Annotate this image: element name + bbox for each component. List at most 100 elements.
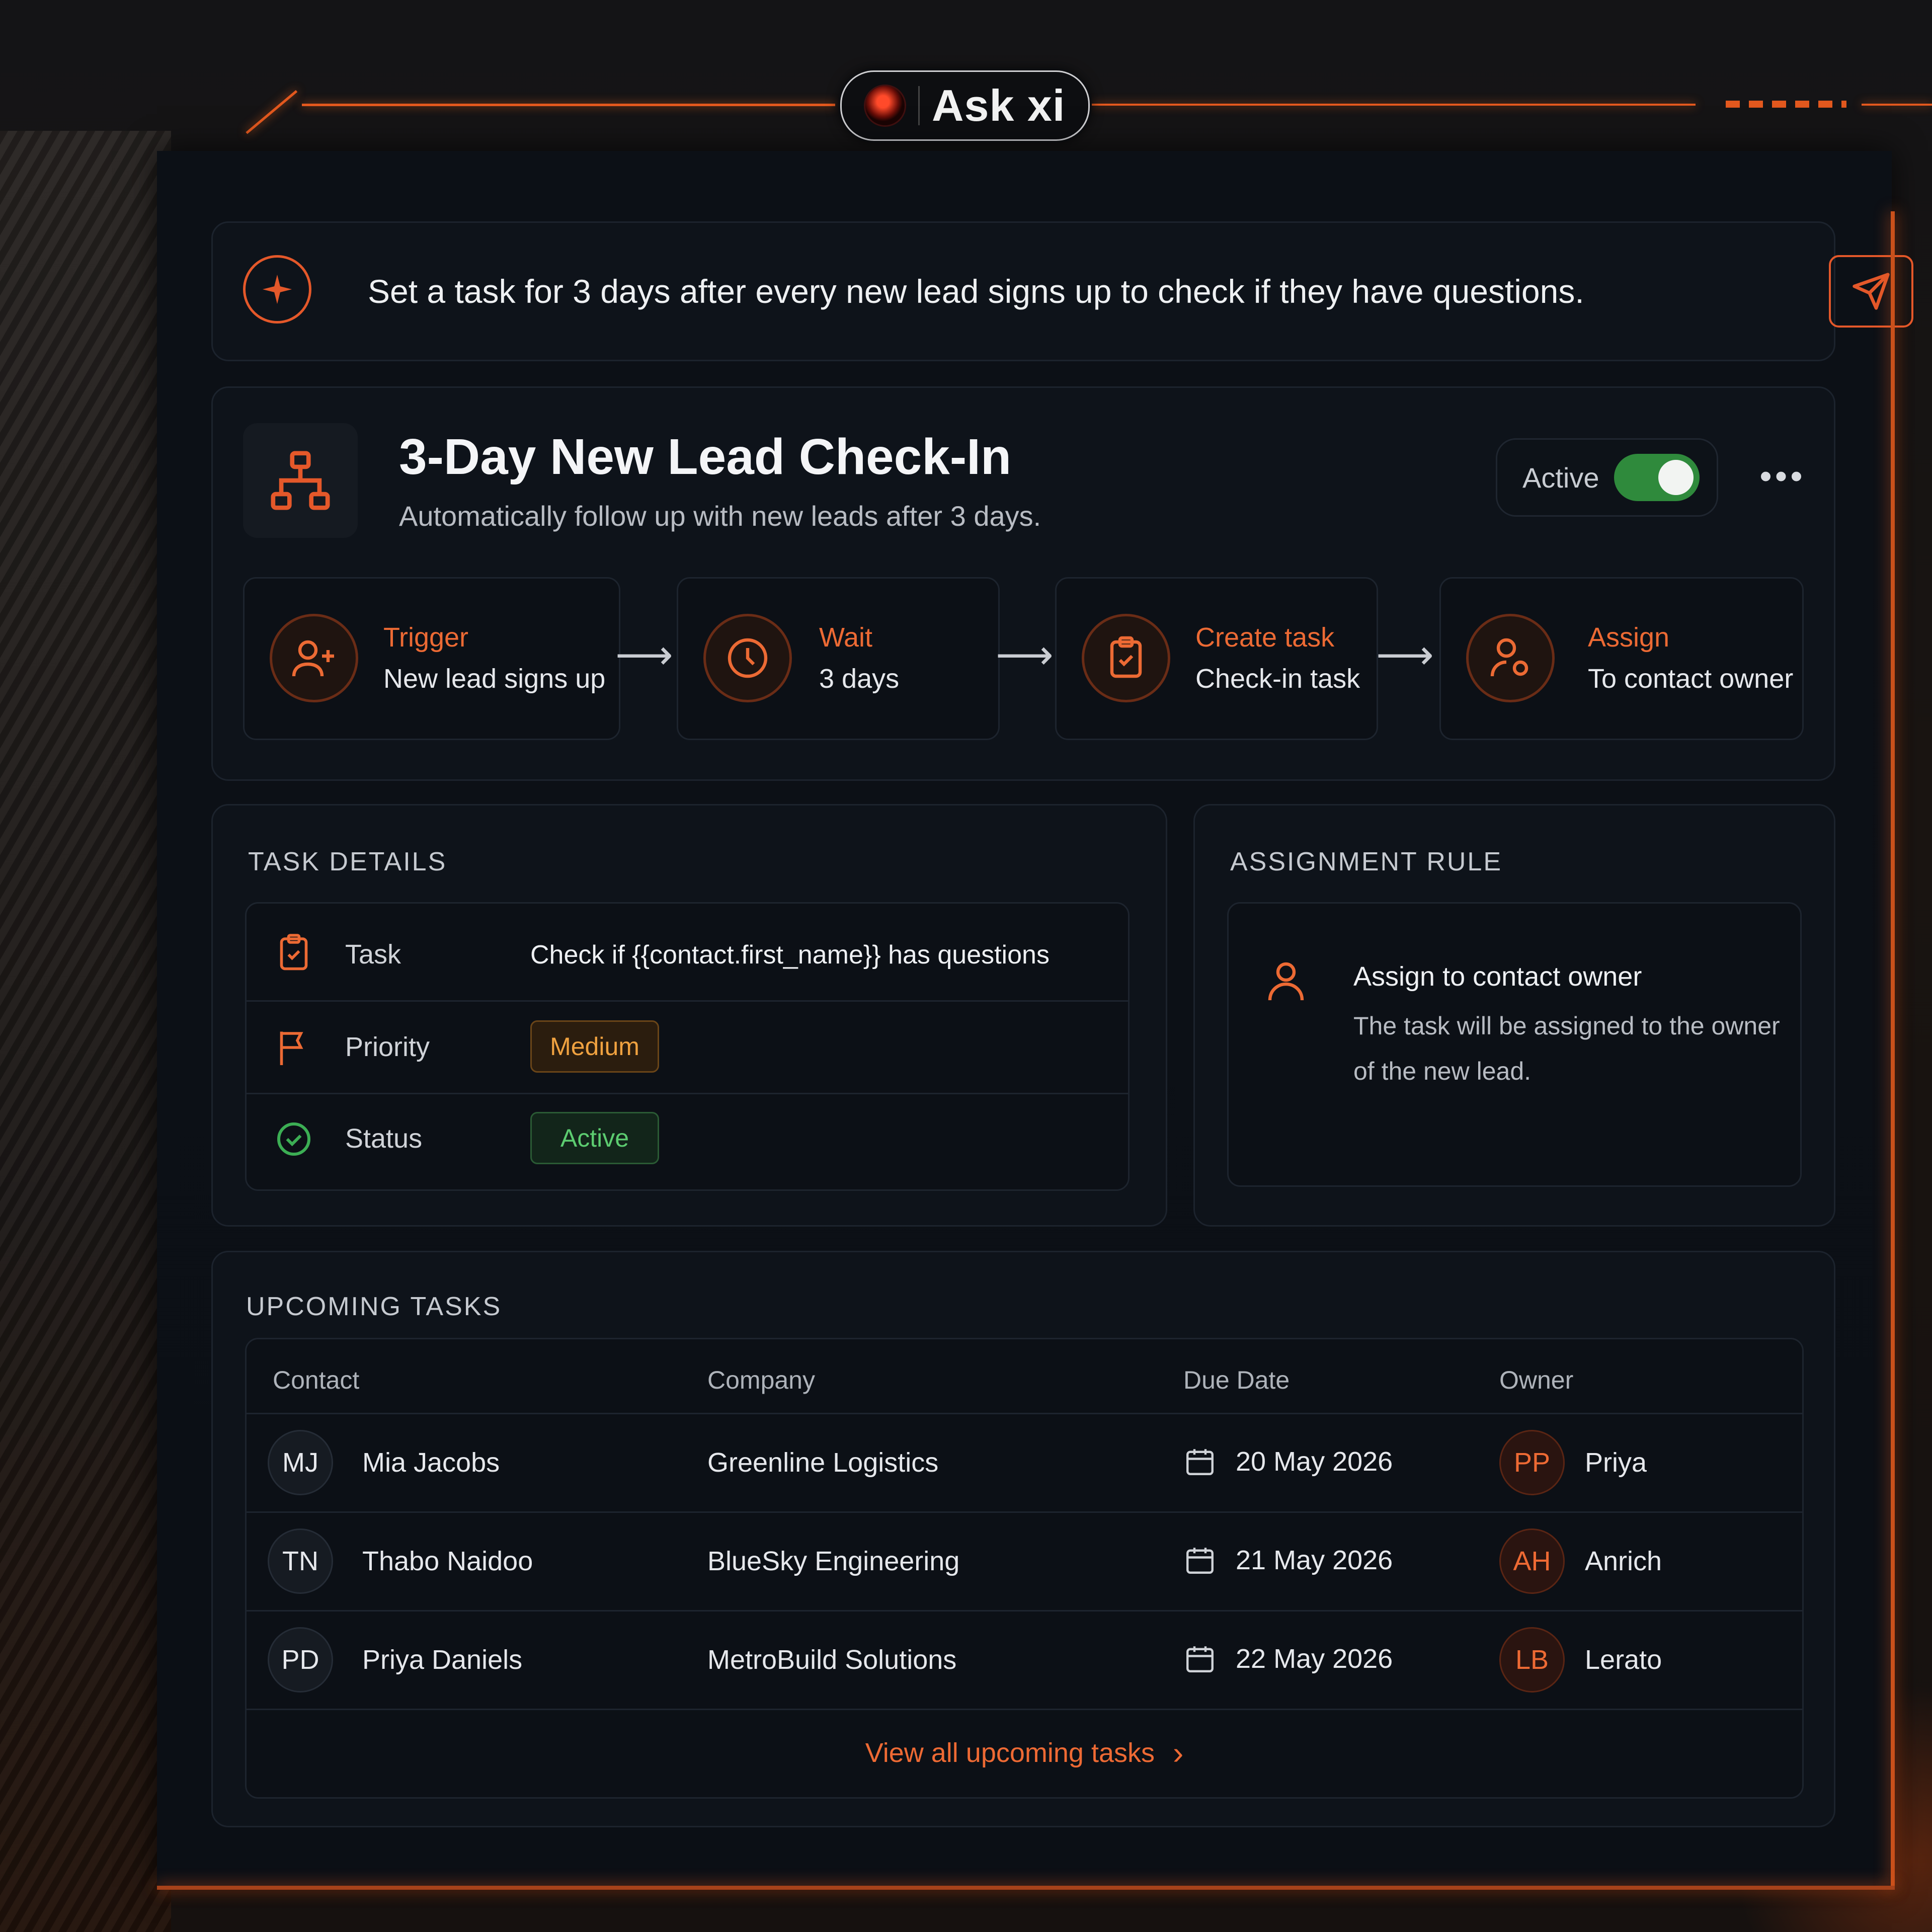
task-details-heading: TASK DETAILS [248,847,447,876]
calendar-icon [1186,1646,1214,1672]
owner-avatar: AH [1499,1528,1565,1594]
column-header-owner[interactable]: Owner [1499,1365,1573,1395]
frame-accent-line [1726,101,1846,108]
assignment-rule-box: Assign to contact owner The task will be… [1227,902,1802,1187]
calendar-icon [1186,1548,1214,1574]
flag-icon [280,1031,303,1065]
task-value: Check if {{contact.first_name}} has ques… [530,940,1050,970]
status-badge[interactable]: Active [530,1112,659,1164]
user-assign-icon [1466,614,1555,702]
contact-name[interactable]: Mia Jacobs [362,1447,500,1478]
divider [918,86,920,125]
workflow-card: 3-Day New Lead Check-In Automatically fo… [211,386,1835,781]
check-circle-icon [277,1122,310,1156]
step-title: Trigger [383,622,469,653]
more-options-icon[interactable]: ••• [1752,448,1813,504]
panel-edge-glow [1891,211,1895,1887]
brand-name: Ask xi [932,80,1066,130]
due-date: 21 May 2026 [1236,1545,1393,1575]
flow-arrow: ⟶ [996,632,1054,677]
step-wait[interactable]: Wait 3 days [677,577,1000,740]
row-divider [247,1093,1128,1094]
assignment-title: Assign to contact owner [1353,961,1642,992]
priority-label: Priority [345,1032,430,1062]
column-header-company[interactable]: Company [707,1365,815,1395]
upcoming-tasks-card: UPCOMING TASKS Contact Company Due Date … [211,1251,1835,1827]
clock-icon [703,614,792,702]
company-name: Greenline Logistics [707,1447,939,1478]
prompt-text[interactable]: Set a task for 3 days after every new le… [368,223,1584,360]
upcoming-tasks-heading: UPCOMING TASKS [246,1292,502,1321]
task-details-table: Task Check if {{contact.first_name}} has… [245,902,1130,1191]
toggle-knob [1658,460,1694,495]
assignment-rule-card: ASSIGNMENT RULE Assign to contact owner … [1193,804,1835,1227]
main-panel: Set a task for 3 days after every new le… [157,151,1913,1887]
due-date: 20 May 2026 [1236,1446,1393,1477]
chevron-right-icon: › [1172,1735,1184,1771]
send-icon [1853,273,1890,310]
frame-accent-line [1862,104,1932,106]
owner-avatar: LB [1499,1627,1565,1693]
step-create-task[interactable]: Create task Check-in task [1055,577,1378,740]
contact-avatar: PD [268,1627,333,1693]
contact-name[interactable]: Thabo Naidoo [362,1546,533,1577]
step-title: Assign [1588,622,1670,653]
contact-avatar: MJ [268,1430,333,1495]
ask-xi-badge[interactable]: Ask xi [840,70,1090,141]
active-toggle[interactable] [1614,454,1700,501]
step-assign[interactable]: Assign To contact owner [1439,577,1804,740]
workflow-title: 3-Day New Lead Check-In [399,429,1012,485]
workflow-icon [243,423,358,538]
calendar-icon [1186,1449,1214,1475]
assignment-description-line1: The task will be assigned to the owner [1353,1012,1780,1040]
user-icon [1268,962,1304,1001]
step-value: 3 days [819,664,900,694]
step-trigger[interactable]: Trigger New lead signs up [243,577,620,740]
clipboard-check-icon [280,934,308,971]
active-toggle-group: Active [1496,438,1718,517]
owner-name: Lerato [1585,1645,1662,1675]
table-row[interactable]: MJ Mia Jacobs Greenline Logistics 20 May… [247,1413,1802,1511]
priority-badge[interactable]: Medium [530,1020,659,1073]
task-label: Task [345,939,401,970]
user-plus-icon [270,614,358,702]
step-value: New lead signs up [383,664,606,694]
workflow-subtitle: Automatically follow up with new leads a… [399,500,1041,532]
sparkle-icon [243,255,311,324]
status-label: Status [345,1123,423,1154]
view-all-link[interactable]: View all upcoming tasks › [247,1709,1802,1797]
active-label: Active [1522,461,1599,494]
view-all-label: View all upcoming tasks [865,1738,1155,1768]
row-divider [247,1000,1128,1002]
step-value: To contact owner [1588,664,1794,694]
contact-name[interactable]: Priya Daniels [362,1644,522,1675]
prompt-bar: Set a task for 3 days after every new le… [211,221,1913,361]
owner-avatar: PP [1499,1430,1565,1495]
flow-arrow: ⟶ [1376,632,1434,677]
table-row[interactable]: PD Priya Daniels MetroBuild Solutions 22… [247,1610,1802,1709]
assignment-description-line2: of the new lead. [1353,1057,1532,1085]
owner-name: Priya [1585,1447,1647,1478]
column-header-due-date[interactable]: Due Date [1183,1365,1290,1395]
frame-accent-line [246,90,298,134]
frame-accent-line [1092,104,1696,106]
flow-arrow: ⟶ [615,632,673,677]
contact-avatar: TN [268,1528,333,1594]
company-name: BlueSky Engineering [707,1546,960,1576]
background-rock-texture [0,131,171,1932]
step-title: Create task [1195,622,1335,653]
owner-name: Anrich [1585,1546,1662,1576]
column-header-contact[interactable]: Contact [273,1365,359,1395]
assignment-rule-heading: ASSIGNMENT RULE [1230,847,1503,876]
table-row[interactable]: TN Thabo Naidoo BlueSky Engineering 21 M… [247,1511,1802,1610]
due-date: 22 May 2026 [1236,1644,1393,1674]
send-button[interactable] [1829,255,1913,328]
company-name: MetroBuild Solutions [707,1645,957,1675]
step-value: Check-in task [1195,664,1360,694]
frame-accent-line [302,104,835,106]
task-details-card: TASK DETAILS Task Check if {{contact.fir… [211,804,1167,1227]
ask-xi-orb-icon [864,85,906,127]
step-title: Wait [819,622,872,653]
upcoming-tasks-table: Contact Company Due Date Owner MJ Mia Ja… [245,1338,1804,1799]
clipboard-check-icon [1082,614,1170,702]
